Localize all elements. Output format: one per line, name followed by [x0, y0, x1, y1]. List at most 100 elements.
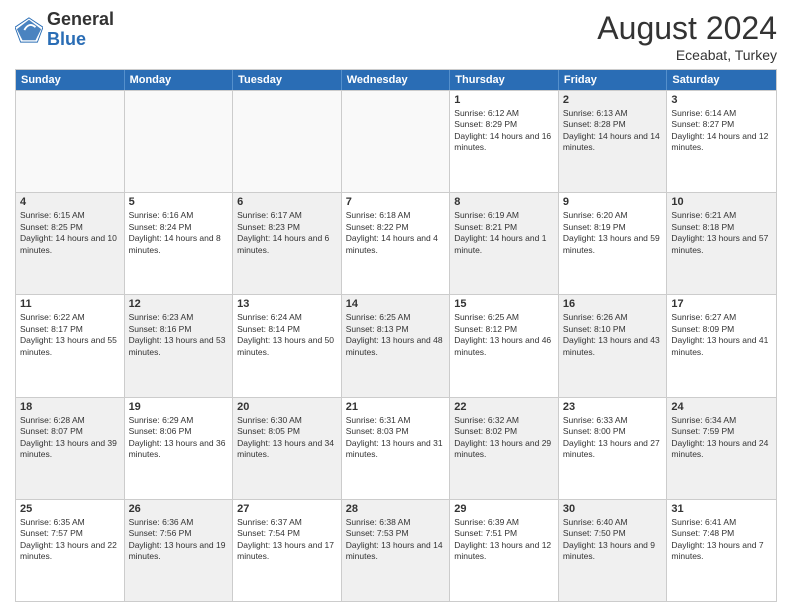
header: General Blue August 2024 Eceabat, Turkey [15, 10, 777, 63]
cell-info: Sunrise: 6:21 AM Sunset: 8:18 PM Dayligh… [671, 210, 772, 256]
calendar-cell: 10 Sunrise: 6:21 AM Sunset: 8:18 PM Dayli… [667, 193, 776, 294]
day-number: 30 [563, 503, 663, 515]
cell-info: Sunrise: 6:25 AM Sunset: 8:13 PM Dayligh… [346, 312, 446, 358]
day-number: 10 [671, 196, 772, 208]
cell-info: Sunrise: 6:12 AM Sunset: 8:29 PM Dayligh… [454, 108, 554, 154]
calendar-cell: 7 Sunrise: 6:18 AM Sunset: 8:22 PM Daylig… [342, 193, 451, 294]
calendar-cell: 30Sunrise: 6:40 AM Sunset: 7:50 PM Dayli… [559, 500, 668, 601]
day-number: 16 [563, 298, 663, 310]
calendar-header-row: SundayMondayTuesdayWednesdayThursdayFrid… [16, 70, 776, 90]
calendar: SundayMondayTuesdayWednesdayThursdayFrid… [15, 69, 777, 602]
calendar-cell: 21 Sunrise: 6:31 AM Sunset: 8:03 PM Dayli… [342, 398, 451, 499]
day-number: 2 [563, 94, 663, 106]
calendar-cell [233, 91, 342, 192]
cell-info: Sunrise: 6:24 AM Sunset: 8:14 PM Dayligh… [237, 312, 337, 358]
cell-info: Sunrise: 6:15 AM Sunset: 8:25 PM Dayligh… [20, 210, 120, 256]
cell-info: Sunrise: 6:31 AM Sunset: 8:03 PM Dayligh… [346, 415, 446, 461]
calendar-cell: 24 Sunrise: 6:34 AM Sunset: 7:59 PM Dayli… [667, 398, 776, 499]
cell-info: Sunrise: 6:30 AM Sunset: 8:05 PM Dayligh… [237, 415, 337, 461]
day-number: 14 [346, 298, 446, 310]
cell-info: Sunrise: 6:34 AM Sunset: 7:59 PM Dayligh… [671, 415, 772, 461]
cell-info: Sunrise: 6:36 AM Sunset: 7:56 PM Dayligh… [129, 517, 229, 563]
calendar-cell: 15 Sunrise: 6:25 AM Sunset: 8:12 PM Dayli… [450, 295, 559, 396]
day-number: 25 [20, 503, 120, 515]
calendar-cell: 27 Sunrise: 6:37 AM Sunset: 7:54 PM Dayli… [233, 500, 342, 601]
calendar-week-row: 1Sunrise: 6:12 AM Sunset: 8:29 PM Daylig… [16, 90, 776, 192]
calendar-cell: 17Sunrise: 6:27 AM Sunset: 8:09 PM Dayli… [667, 295, 776, 396]
day-number: 19 [129, 401, 229, 413]
day-number: 27 [237, 503, 337, 515]
cell-info: Sunrise: 6:20 AM Sunset: 8:19 PM Dayligh… [563, 210, 663, 256]
calendar-cell: 26 Sunrise: 6:36 AM Sunset: 7:56 PM Dayli… [125, 500, 234, 601]
calendar-week-row: 25 Sunrise: 6:35 AM Sunset: 7:57 PM Dayli… [16, 499, 776, 601]
calendar-cell: 28Sunrise: 6:38 AM Sunset: 7:53 PM Dayli… [342, 500, 451, 601]
day-number: 4 [20, 196, 120, 208]
day-number: 3 [671, 94, 772, 106]
calendar-body: 1Sunrise: 6:12 AM Sunset: 8:29 PM Daylig… [16, 90, 776, 601]
day-number: 15 [454, 298, 554, 310]
calendar-cell [125, 91, 234, 192]
calendar-cell: 16Sunrise: 6:26 AM Sunset: 8:10 PM Dayli… [559, 295, 668, 396]
day-number: 7 [346, 196, 446, 208]
calendar-cell: 9Sunrise: 6:20 AM Sunset: 8:19 PM Daylig… [559, 193, 668, 294]
day-of-week-header: Saturday [667, 70, 776, 90]
title-block: August 2024 Eceabat, Turkey [597, 10, 777, 63]
day-of-week-header: Thursday [450, 70, 559, 90]
calendar-cell: 29 Sunrise: 6:39 AM Sunset: 7:51 PM Dayli… [450, 500, 559, 601]
day-of-week-header: Monday [125, 70, 234, 90]
cell-info: Sunrise: 6:25 AM Sunset: 8:12 PM Dayligh… [454, 312, 554, 358]
calendar-cell [342, 91, 451, 192]
logo-blue: Blue [47, 29, 86, 49]
calendar-cell: 22 Sunrise: 6:32 AM Sunset: 8:02 PM Dayli… [450, 398, 559, 499]
cell-info: Sunrise: 6:33 AM Sunset: 8:00 PM Dayligh… [563, 415, 663, 461]
calendar-cell: 18 Sunrise: 6:28 AM Sunset: 8:07 PM Dayli… [16, 398, 125, 499]
cell-info: Sunrise: 6:22 AM Sunset: 8:17 PM Dayligh… [20, 312, 120, 358]
cell-info: Sunrise: 6:28 AM Sunset: 8:07 PM Dayligh… [20, 415, 120, 461]
location: Eceabat, Turkey [597, 47, 777, 63]
calendar-cell: 25 Sunrise: 6:35 AM Sunset: 7:57 PM Dayli… [16, 500, 125, 601]
day-number: 31 [671, 503, 772, 515]
calendar-cell: 19 Sunrise: 6:29 AM Sunset: 8:06 PM Dayli… [125, 398, 234, 499]
logo-icon [15, 16, 43, 44]
day-number: 22 [454, 401, 554, 413]
cell-info: Sunrise: 6:29 AM Sunset: 8:06 PM Dayligh… [129, 415, 229, 461]
calendar-cell: 23Sunrise: 6:33 AM Sunset: 8:00 PM Dayli… [559, 398, 668, 499]
day-number: 17 [671, 298, 772, 310]
calendar-cell: 31 Sunrise: 6:41 AM Sunset: 7:48 PM Dayli… [667, 500, 776, 601]
cell-info: Sunrise: 6:37 AM Sunset: 7:54 PM Dayligh… [237, 517, 337, 563]
logo-text: General Blue [47, 10, 114, 50]
calendar-cell: 12Sunrise: 6:23 AM Sunset: 8:16 PM Dayli… [125, 295, 234, 396]
cell-info: Sunrise: 6:18 AM Sunset: 8:22 PM Dayligh… [346, 210, 446, 256]
day-number: 26 [129, 503, 229, 515]
cell-info: Sunrise: 6:39 AM Sunset: 7:51 PM Dayligh… [454, 517, 554, 563]
cell-info: Sunrise: 6:16 AM Sunset: 8:24 PM Dayligh… [129, 210, 229, 256]
cell-info: Sunrise: 6:23 AM Sunset: 8:16 PM Dayligh… [129, 312, 229, 358]
calendar-cell: 8 Sunrise: 6:19 AM Sunset: 8:21 PM Daylig… [450, 193, 559, 294]
logo: General Blue [15, 10, 114, 50]
day-of-week-header: Sunday [16, 70, 125, 90]
calendar-week-row: 4 Sunrise: 6:15 AM Sunset: 8:25 PM Daylig… [16, 192, 776, 294]
calendar-cell: 20 Sunrise: 6:30 AM Sunset: 8:05 PM Dayli… [233, 398, 342, 499]
cell-info: Sunrise: 6:35 AM Sunset: 7:57 PM Dayligh… [20, 517, 120, 563]
day-number: 8 [454, 196, 554, 208]
day-number: 21 [346, 401, 446, 413]
day-number: 24 [671, 401, 772, 413]
calendar-cell [16, 91, 125, 192]
day-of-week-header: Tuesday [233, 70, 342, 90]
page: General Blue August 2024 Eceabat, Turkey… [0, 0, 792, 612]
day-of-week-header: Wednesday [342, 70, 451, 90]
cell-info: Sunrise: 6:41 AM Sunset: 7:48 PM Dayligh… [671, 517, 772, 563]
cell-info: Sunrise: 6:14 AM Sunset: 8:27 PM Dayligh… [671, 108, 772, 154]
logo-general: General [47, 9, 114, 29]
calendar-cell: 14 Sunrise: 6:25 AM Sunset: 8:13 PM Dayli… [342, 295, 451, 396]
day-number: 5 [129, 196, 229, 208]
day-of-week-header: Friday [559, 70, 668, 90]
cell-info: Sunrise: 6:13 AM Sunset: 8:28 PM Dayligh… [563, 108, 663, 154]
day-number: 18 [20, 401, 120, 413]
day-number: 20 [237, 401, 337, 413]
cell-info: Sunrise: 6:32 AM Sunset: 8:02 PM Dayligh… [454, 415, 554, 461]
day-number: 6 [237, 196, 337, 208]
day-number: 29 [454, 503, 554, 515]
calendar-week-row: 18 Sunrise: 6:28 AM Sunset: 8:07 PM Dayli… [16, 397, 776, 499]
cell-info: Sunrise: 6:19 AM Sunset: 8:21 PM Dayligh… [454, 210, 554, 256]
